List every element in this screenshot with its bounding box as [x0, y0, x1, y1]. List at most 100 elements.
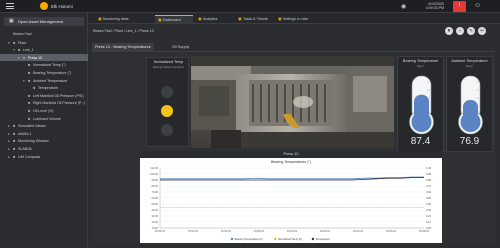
y-right-tick-label: 0.80	[426, 178, 432, 182]
bearing-temperature-chart-panel: Press 10 Bearing Temperatures (°) 110.00 1…	[140, 151, 442, 243]
y-right-tick-label: 0.60	[426, 190, 432, 194]
legend-marker	[311, 237, 315, 241]
tab-settings-roles[interactable]: ▣Settings & roles	[275, 15, 313, 23]
machine-camera-image	[191, 56, 394, 148]
tree-item[interactable]: ▾ ■ Line_1	[0, 46, 88, 53]
y-tick-label: 90.00	[152, 178, 159, 182]
subtab-oil-supply[interactable]: Oil Supply	[169, 43, 192, 52]
dashboard-toolbar: ▼ + ✎ ⚯	[445, 27, 495, 37]
tree-item-label: Monitoring Window	[18, 139, 49, 144]
tree-item[interactable]: ▾ ■ Ambient Temperature	[0, 77, 88, 84]
edit-icon[interactable]: ✎	[467, 27, 475, 35]
tree-item[interactable]: ■ Oil Level (%)	[0, 107, 88, 114]
tree-item[interactable]: Moses Fact	[0, 31, 88, 38]
y-right-tick-label: 0.20	[426, 214, 432, 218]
breadcrumb: Moses Fact / Plant / Line_1 / Press 10	[93, 29, 154, 33]
tree-item-label: Oil Level (%)	[33, 109, 54, 113]
tree-item[interactable]: ■ Normalized Temp (°)	[0, 61, 88, 68]
tree-item[interactable]: ■ Bearing Temperature (°)	[0, 69, 88, 76]
x-tick-label: 16:00:01	[287, 229, 298, 233]
user-icon[interactable]: ☺	[474, 2, 481, 9]
hamburger-menu-icon[interactable]	[6, 3, 14, 9]
gauge-unit: Deg F	[416, 65, 425, 68]
link-icon[interactable]: ⚯	[478, 27, 486, 35]
tree-item-label: Plant	[18, 40, 27, 45]
subtab-bearing-temperatures[interactable]: Press 10 - Bearing Temperatures	[92, 43, 154, 52]
app-title: Elk Hotomi	[51, 3, 73, 9]
tree-item-label: Simulated Values	[18, 124, 46, 129]
tree-item-label: Moses Fact	[13, 32, 32, 36]
x-tick-label: 15:54:01	[188, 229, 199, 233]
x-tick-label: 16:04:01	[353, 229, 364, 233]
tree-item-label: Normalized Temp (°)	[33, 63, 66, 68]
top-bar: Elk Hotomi ◉ 4/10/2020 4:09:33 PM ! ☺	[0, 0, 500, 13]
eye-icon[interactable]: ◉	[401, 3, 406, 10]
tree-item[interactable]: ▾ ■ Press 10	[0, 53, 88, 61]
status-light-middle	[161, 105, 173, 117]
legend-marker	[274, 237, 277, 241]
tree-item[interactable]: ▸ ■ SLABS6	[0, 145, 88, 152]
tab-dashboard[interactable]: ▣Dashboard	[155, 15, 193, 23]
tab-tasks-tickets[interactable]: ▣Tasks & Tickets	[235, 15, 273, 23]
x-tick-label: 16:02:01	[320, 229, 331, 233]
tree-item[interactable]: ▾ ■ Plant	[0, 39, 88, 46]
x-tick-label: 16:08:01	[419, 229, 430, 233]
y-tick-label: 70.00	[152, 190, 159, 194]
add-icon[interactable]: +	[456, 27, 464, 35]
tree-item[interactable]: ■ Left Manifold Oil Pressure (PSI)	[0, 92, 88, 99]
status-light-bottom	[161, 124, 173, 136]
normalized-temp-subtitle: Bearing relative to Ambient	[153, 66, 184, 69]
camera-feed	[191, 56, 394, 148]
thermometer-icon	[458, 75, 483, 135]
clock-display: 4/10/2020 4:09:33 PM	[414, 2, 444, 10]
bearing-temperature-gauge: Bearing Temperature Deg F 87.4	[397, 56, 444, 152]
filter-icon[interactable]: ▼	[445, 27, 453, 35]
alert-button[interactable]: !	[453, 1, 466, 12]
tree-item-label: Left Manifold Oil Pressure (PSI)	[33, 93, 84, 98]
y-tick-label: 80.00	[152, 184, 159, 188]
normalized-temp-widget: Normalized Temp Bearing relative to Ambi…	[146, 57, 189, 147]
tree-item[interactable]: ▸ ■ Simulated Values	[0, 122, 88, 129]
tree-item[interactable]: ▸ ■ Monitoring Window	[0, 137, 88, 144]
tree-item-label: Press 10	[28, 55, 43, 60]
time-text: 4:09:33 PM	[425, 6, 444, 10]
open-asset-management-button[interactable]: Open Asset Management	[4, 17, 84, 26]
y-tick-label: 60.00	[152, 196, 159, 200]
tree-item[interactable]: ■ Temperature	[0, 84, 88, 91]
y-right-tick-label: 0.10	[426, 220, 432, 224]
tree-item[interactable]: ▸ ■ eMAN-1	[0, 130, 88, 137]
tab-label: Monitoring table	[103, 17, 129, 21]
tree-item-label: eMAN-1	[18, 131, 32, 136]
y-right-tick-label: 0.30	[426, 208, 432, 212]
y-tick-label: 30.00	[152, 214, 159, 218]
main-tab-bar: ▣Monitoring table ▣Dashboard ▣Analytics ▣Ta…	[89, 13, 500, 24]
tree-item-label: Ambient Temperature	[33, 78, 68, 83]
tree-item-label: Line_1	[23, 48, 34, 53]
tree-item-label: LIM Compass	[18, 154, 41, 159]
tab-monitoring-table[interactable]: ▣Monitoring table	[95, 15, 133, 23]
y-right-tick-label: 1.00	[426, 166, 432, 170]
y-tick-label: 40.00	[152, 208, 159, 212]
legend-marker	[230, 237, 234, 241]
tab-label: Tasks & Tickets	[243, 17, 268, 21]
tree-item[interactable]: ▸ ■ LIM Compass	[0, 153, 88, 160]
x-tick-label: 15:56:01	[221, 229, 232, 233]
tree-item-label: Temperature	[38, 86, 59, 91]
app-logo	[40, 2, 48, 10]
y-right-tick-label: 0.40	[426, 202, 432, 206]
tree-item[interactable]: ■ Lubricant Volume	[0, 115, 88, 122]
tree-item-label: Right Manifold Oil Pressure (P...)	[33, 101, 86, 106]
y-tick-label: 100.00	[150, 172, 158, 176]
dashboard-subtabs: Press 10 - Bearing Temperatures Oil Suppl…	[92, 43, 495, 52]
ambient-temperature-gauge: Ambient Temperature Deg F 76.9	[446, 56, 493, 152]
tree-item-label: Bearing Temperature (°)	[33, 71, 72, 75]
line-chart: Bearing Temperatures (°) 110.00 100.00 90.0…	[140, 158, 442, 243]
legend-label: Bearing Temperature (F)	[235, 237, 263, 241]
tab-label: Settings & roles	[283, 17, 309, 21]
y-tick-label: 20.00	[152, 220, 159, 224]
normalized-temp-title: Normalized Temp	[153, 60, 184, 64]
legend-label: Normalized Temp (F)	[278, 237, 302, 241]
y-tick-label: 50.00	[152, 202, 159, 206]
tab-analytics[interactable]: ▣Analytics	[195, 15, 233, 23]
tree-item[interactable]: ■ Right Manifold Oil Pressure (P...)	[0, 99, 88, 106]
